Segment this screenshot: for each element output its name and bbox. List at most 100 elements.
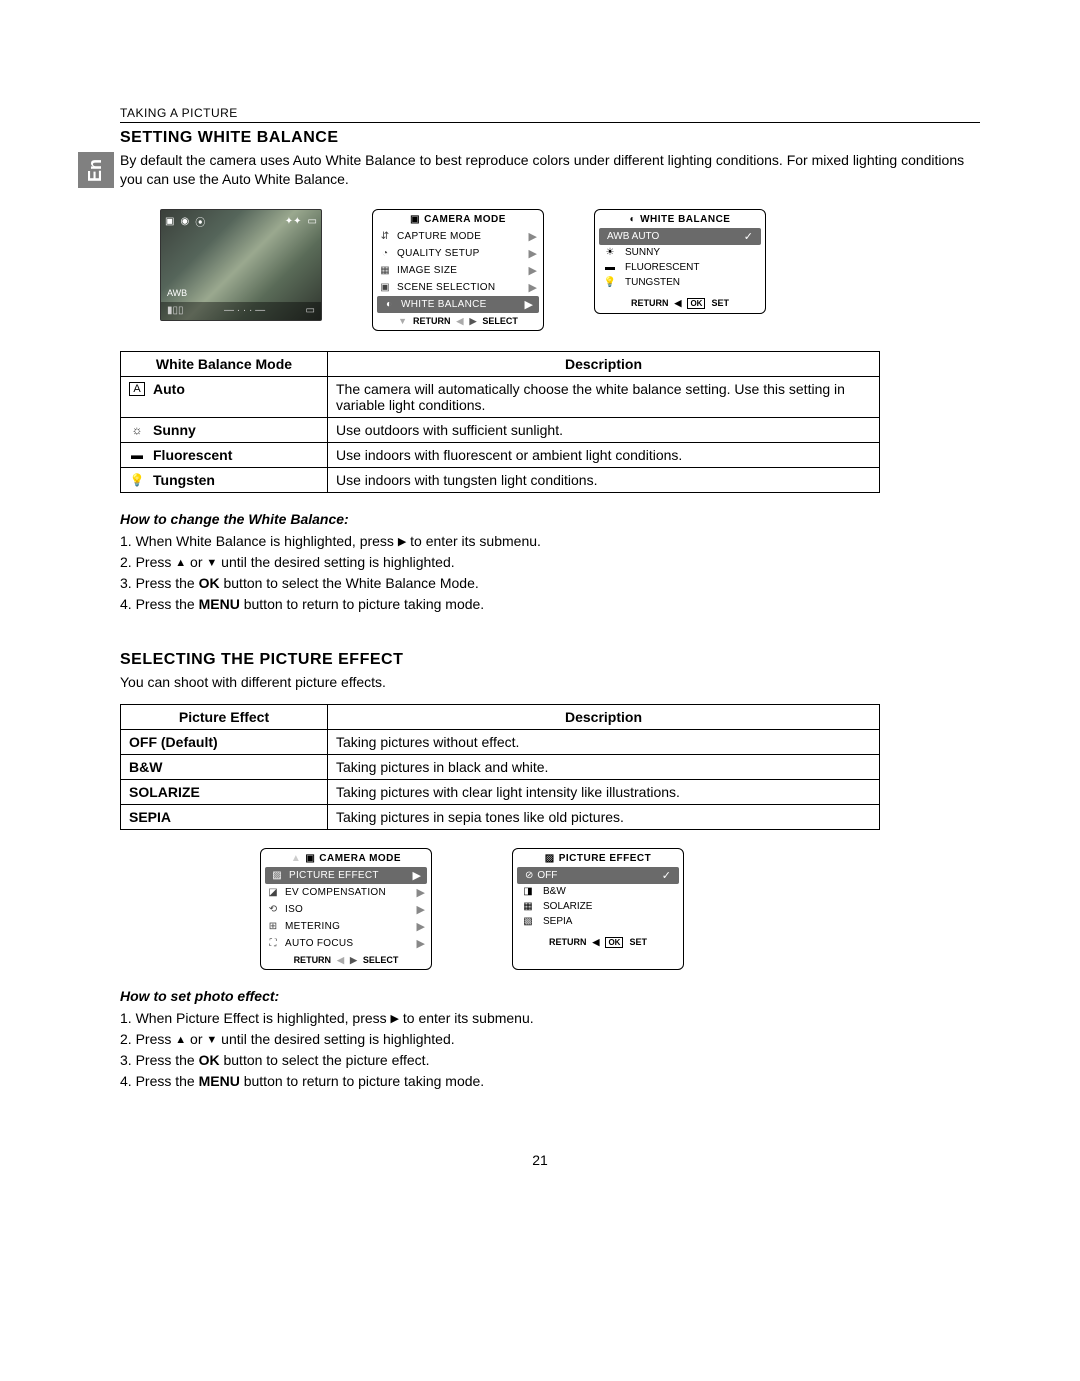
- table-row: 💡Tungsten Use indoors with tungsten ligh…: [121, 467, 880, 492]
- triangle-up-icon: ▲: [175, 1032, 186, 1049]
- page-number: 21: [100, 1152, 980, 1168]
- language-label: En: [85, 158, 106, 181]
- menu-item-label: QUALITY SETUP: [397, 248, 523, 259]
- auto-icon: ⦿: [195, 214, 205, 229]
- camera-mode-menu-2: ▲ ▣ CAMERA MODE ▨ PICTURE EFFECT ▶ ◪ EV …: [260, 848, 432, 970]
- picture-effect-submenu: ▨ PICTURE EFFECT ⊘OFF ✓ ◨ B&W ▦ SOLARIZE…: [512, 848, 684, 970]
- triangle-left-icon: ◀: [457, 316, 464, 327]
- effect-icon: ▨: [271, 870, 283, 881]
- screens-row: ▣ ◉ ⦿ ✦✦ ▭ AWB ▮▯▯ — · · · — ▭ ▣ CAMERA …: [160, 209, 980, 331]
- menu-item-capture-mode[interactable]: ⇵ CAPTURE MODE ▶: [373, 228, 543, 245]
- triangle-left-icon: ◀: [337, 955, 344, 966]
- wb-item-auto[interactable]: AWB AUTO ✓: [599, 228, 761, 245]
- mode-description: Taking pictures in sepia tones like old …: [328, 804, 880, 829]
- arrow-right-icon: ▶: [417, 903, 425, 916]
- pe-item-sepia[interactable]: ▧ SEPIA: [513, 914, 683, 929]
- off-icon: ⊘: [525, 870, 533, 881]
- triangle-down-icon: ▼: [206, 555, 217, 572]
- mode-description: The camera will automatically choose the…: [328, 376, 880, 417]
- table-row: ▬Fluorescent Use indoors with fluorescen…: [121, 442, 880, 467]
- step-2: 2. Press ▲ or ▼ until the desired settin…: [120, 1029, 980, 1050]
- mode-description: Use indoors with tungsten light conditio…: [328, 467, 880, 492]
- breadcrumb: TAKING A PICTURE: [120, 106, 980, 120]
- screens-row-2: ▲ ▣ CAMERA MODE ▨ PICTURE EFFECT ▶ ◪ EV …: [260, 848, 980, 970]
- triangle-left-icon: ◀: [675, 298, 682, 309]
- menu-item-scene-selection[interactable]: ▣ SCENE SELECTION ▶: [373, 279, 543, 296]
- howto-pe-steps: 1. When Picture Effect is highlighted, p…: [120, 1008, 980, 1092]
- effect-icon: ▨: [545, 853, 555, 864]
- triangle-right-icon: ▶: [391, 1011, 399, 1028]
- step-4: 4. Press the MENU button to return to pi…: [120, 594, 980, 615]
- table-header-row: White Balance Mode Description: [121, 351, 880, 376]
- step-1: 1. When Picture Effect is highlighted, p…: [120, 1008, 980, 1029]
- menu-item-iso[interactable]: ⟲ ISO ▶: [261, 901, 431, 918]
- wb-item-label: AUTO: [632, 231, 660, 242]
- pe-item-label: SOLARIZE: [543, 901, 675, 912]
- menu-item-label: EV COMPENSATION: [285, 887, 411, 898]
- menu-item-picture-effect[interactable]: ▨ PICTURE EFFECT ▶: [265, 867, 427, 884]
- pe-item-label: OFF: [537, 870, 557, 881]
- menu-item-auto-focus[interactable]: ⛶ AUTO FOCUS ▶: [261, 935, 431, 952]
- triangle-down-icon: ▼: [206, 1032, 217, 1049]
- ok-box-icon: OK: [605, 937, 623, 948]
- camera-mode-menu: ▣ CAMERA MODE ⇵ CAPTURE MODE ▶ ◔ QUALITY…: [372, 209, 544, 331]
- sepia-icon: ▧: [521, 916, 535, 927]
- wb-item-sunny[interactable]: ☀ SUNNY: [595, 245, 765, 260]
- exposure-indicator: — · · · —: [224, 305, 265, 316]
- mode-label: Auto: [153, 381, 185, 397]
- howto-pe-title: How to set photo effect:: [120, 988, 980, 1004]
- table-row: SOLARIZE Taking pictures with clear ligh…: [121, 779, 880, 804]
- scene-icon: ▣: [379, 282, 391, 293]
- wb-icon: ◐: [630, 214, 637, 225]
- mode-label: OFF (Default): [129, 734, 218, 750]
- triangle-left-icon: ◀: [593, 937, 600, 948]
- menu-item-ev-compensation[interactable]: ◪ EV COMPENSATION ▶: [261, 884, 431, 901]
- table-row: B&W Taking pictures in black and white.: [121, 754, 880, 779]
- arrow-right-icon: ▶: [529, 247, 537, 260]
- menu-item-label: CAPTURE MODE: [397, 231, 523, 242]
- menu-item-metering[interactable]: ⊞ METERING ▶: [261, 918, 431, 935]
- howto-wb-title: How to change the White Balance:: [120, 511, 980, 527]
- sun-icon: ☀: [603, 247, 617, 258]
- menu-item-image-size[interactable]: ▦ IMAGE SIZE ▶: [373, 262, 543, 279]
- table-row: AAuto The camera will automatically choo…: [121, 376, 880, 417]
- pe-item-bw[interactable]: ◨ B&W: [513, 884, 683, 899]
- menu-item-label: WHITE BALANCE: [401, 299, 519, 310]
- menu-item-label: AUTO FOCUS: [285, 938, 411, 949]
- quality-icon: ◔: [379, 248, 391, 259]
- mode-description: Taking pictures with clear light intensi…: [328, 779, 880, 804]
- ev-icon: ◪: [267, 887, 279, 898]
- solarize-icon: ▦: [521, 901, 535, 912]
- table-header: Description: [328, 351, 880, 376]
- menu-footer: RETURN ◀ OK SET: [595, 290, 765, 311]
- white-balance-table: White Balance Mode Description AAuto The…: [120, 351, 880, 493]
- table-header: White Balance Mode: [121, 351, 328, 376]
- section-intro-white-balance: By default the camera uses Auto White Ba…: [120, 151, 980, 189]
- wb-item-tungsten[interactable]: 💡 TUNGSTEN: [595, 275, 765, 290]
- language-tab: En: [78, 152, 114, 188]
- menu-item-white-balance[interactable]: ◐ WHITE BALANCE ▶: [377, 296, 539, 313]
- awb-prefix: AWB: [607, 231, 629, 242]
- awb-indicator: AWB: [167, 288, 187, 298]
- menu-footer: ▼ RETURN ◀ ▶ SELECT: [373, 313, 543, 328]
- mode-icon: ◉: [180, 216, 189, 227]
- return-label: RETURN: [413, 316, 451, 326]
- howto-wb-steps: 1. When White Balance is highlighted, pr…: [120, 531, 980, 615]
- sun-icon: ☼: [129, 423, 145, 437]
- section-title-white-balance: SETTING WHITE BALANCE: [120, 129, 980, 147]
- pe-item-solarize[interactable]: ▦ SOLARIZE: [513, 899, 683, 914]
- top-rule: [120, 122, 980, 123]
- return-label: RETURN: [294, 955, 332, 965]
- table-header: Picture Effect: [121, 704, 328, 729]
- pe-item-off[interactable]: ⊘OFF ✓: [517, 867, 679, 884]
- menu-title: ▲ ▣ CAMERA MODE: [261, 849, 431, 867]
- wb-item-label: TUNGSTEN: [625, 277, 757, 288]
- arrow-right-icon: ▶: [417, 886, 425, 899]
- menu-item-quality-setup[interactable]: ◔ QUALITY SETUP ▶: [373, 245, 543, 262]
- section-title-picture-effect: SELECTING THE PICTURE EFFECT: [120, 651, 980, 669]
- arrow-right-icon: ▶: [529, 230, 537, 243]
- wb-item-fluorescent[interactable]: ▬ FLUORESCENT: [595, 260, 765, 275]
- return-label: RETURN: [549, 937, 587, 947]
- step-3: 3. Press the OK button to select the Whi…: [120, 573, 980, 594]
- camera-icon: ▣: [410, 214, 420, 225]
